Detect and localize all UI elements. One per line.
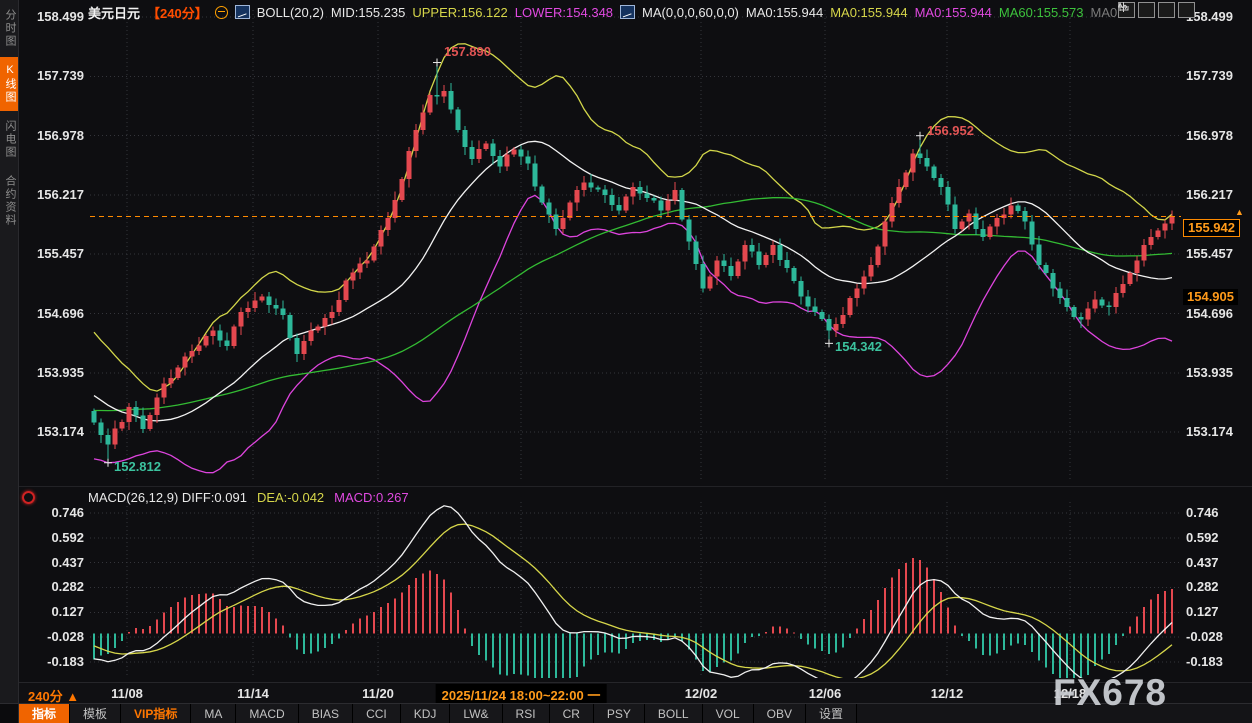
symbol-title: 美元日元 bbox=[88, 3, 140, 22]
price-axis-label-left: 153.935 bbox=[22, 365, 84, 380]
trading-chart-app: 分时图 K线图闪电图合约资料 美元日元 【240分】 BOLL(20,2) MID… bbox=[0, 0, 1252, 722]
date-tick-12/06: 12/06 bbox=[809, 686, 842, 701]
sidebar-tab-K线图[interactable]: K线图 bbox=[0, 57, 18, 111]
price-axis-label-right: 153.174 bbox=[1186, 424, 1233, 439]
date-tick-12/12: 12/12 bbox=[931, 686, 964, 701]
collapse-pane-icon[interactable] bbox=[1178, 2, 1195, 18]
macd-axis-label-right: 0.127 bbox=[1186, 604, 1219, 619]
low-annotation: 152.812 bbox=[114, 459, 161, 474]
macd-axis-label-right: 0.746 bbox=[1186, 505, 1219, 520]
date-tick-11/08: 11/08 bbox=[111, 686, 143, 701]
macd-axis-label-left: -0.183 bbox=[22, 654, 84, 669]
ma0-value-magenta: MA0:155.944 bbox=[915, 5, 992, 20]
collapse-circle-icon[interactable] bbox=[215, 6, 228, 19]
toolbar-item-PSY[interactable]: PSY bbox=[594, 704, 645, 723]
macd-axis-label-left: 0.746 bbox=[22, 505, 84, 520]
sidebar-tab-分时图[interactable]: 分时图 bbox=[0, 2, 18, 55]
price-axis-label-right: 155.457 bbox=[1186, 246, 1233, 261]
toolbar-item-LW&[interactable]: LW& bbox=[450, 704, 502, 723]
boll-indicator-icon[interactable] bbox=[235, 5, 250, 19]
price-axis-label-left: 156.217 bbox=[22, 187, 84, 202]
macd-settings-icon[interactable] bbox=[22, 491, 35, 504]
price-axis-label-right: 153.935 bbox=[1186, 365, 1233, 380]
toolbar-item-KDJ[interactable]: KDJ bbox=[401, 704, 451, 723]
boll-lower-value: LOWER:154.348 bbox=[515, 5, 613, 20]
axis-scale-left-icon[interactable] bbox=[1138, 2, 1155, 18]
toolbar-item-MACD[interactable]: MACD bbox=[236, 704, 298, 723]
sidebar-tab-合约资料[interactable]: 合约资料 bbox=[0, 168, 18, 234]
sidebar-tab-闪电图[interactable]: 闪电图 bbox=[0, 113, 18, 166]
macd-axis-label-right: -0.028 bbox=[1186, 629, 1223, 644]
date-tick-11/20: 11/20 bbox=[362, 686, 394, 701]
ma60-value: MA60:155.573 bbox=[999, 5, 1084, 20]
macd-axis-label-right: 0.592 bbox=[1186, 530, 1219, 545]
ma-label: MA(0,0,0,60,0,0) bbox=[642, 5, 739, 20]
chart-type-sidebar: 分时图 K线图闪电图合约资料 bbox=[0, 0, 19, 722]
price-axis-label-left: 155.457 bbox=[22, 246, 84, 261]
price-axis-label-right: 157.739 bbox=[1186, 68, 1233, 83]
toolbar-item-BIAS[interactable]: BIAS bbox=[299, 704, 353, 723]
high-annotation: 156.952 bbox=[927, 123, 974, 138]
secondary-price-tag: 154.905 bbox=[1183, 289, 1238, 305]
macd-axis-label-left: 0.592 bbox=[22, 530, 84, 545]
price-axis-label-right: 156.217 bbox=[1186, 187, 1233, 202]
price-axis-label-left: 158.499 bbox=[22, 9, 84, 24]
chart-tool-icons bbox=[1118, 2, 1195, 18]
indicator-header: 美元日元 【240分】 BOLL(20,2) MID:155.235 UPPER… bbox=[88, 3, 1121, 21]
high-annotation: 157.890 bbox=[444, 44, 491, 59]
toolbar-item-MA[interactable]: MA bbox=[191, 704, 236, 723]
macd-value: MACD:0.267 bbox=[334, 490, 408, 505]
macd-axis-label-left: 0.127 bbox=[22, 604, 84, 619]
price-axis-label-left: 154.696 bbox=[22, 306, 84, 321]
axis-scale-right-icon[interactable] bbox=[1158, 2, 1175, 18]
toolbar-item-BOLL[interactable]: BOLL bbox=[645, 704, 703, 723]
macd-axis-label-left: 0.282 bbox=[22, 579, 84, 594]
price-axis-label-left: 153.174 bbox=[22, 424, 84, 439]
macd-axis-label-right: 0.282 bbox=[1186, 579, 1219, 594]
fx678-watermark: FX678 bbox=[1053, 672, 1167, 714]
macd-dea-value: DEA:-0.042 bbox=[257, 490, 324, 505]
selected-candle-date: 2025/11/24 18:00~22:00 一 bbox=[436, 684, 607, 705]
pane-divider bbox=[18, 486, 1252, 487]
toolbar-item-CCI[interactable]: CCI bbox=[353, 704, 401, 723]
price-axis-label-right: 156.978 bbox=[1186, 128, 1233, 143]
toolbar-item-RSI[interactable]: RSI bbox=[503, 704, 550, 723]
macd-title: MACD(26,12,9) DIFF:0.091 bbox=[88, 490, 247, 505]
ma-indicator-icon[interactable] bbox=[620, 5, 635, 19]
toolbar-item-指标[interactable]: 指标 bbox=[19, 704, 70, 723]
macd-header: MACD(26,12,9) DIFF:0.091 DEA:-0.042 MACD… bbox=[88, 490, 409, 505]
date-tick-11/14: 11/14 bbox=[237, 686, 269, 701]
boll-upper-value: UPPER:156.122 bbox=[412, 5, 507, 20]
macd-axis-label-right: 0.437 bbox=[1186, 555, 1219, 570]
price-axis-label-right: 154.696 bbox=[1186, 306, 1233, 321]
candlestick-macd-chart bbox=[0, 0, 1252, 722]
toolbar-item-模板[interactable]: 模板 bbox=[70, 704, 121, 723]
macd-axis-label-left: -0.028 bbox=[22, 629, 84, 644]
period-label[interactable]: 【240分】 bbox=[147, 3, 208, 22]
price-axis-label-left: 157.739 bbox=[22, 68, 84, 83]
current-price-tag: 155.942 bbox=[1183, 219, 1240, 237]
price-alert-arrow-icon[interactable]: ▲ bbox=[1235, 207, 1244, 217]
crosshair-icon[interactable] bbox=[1118, 2, 1135, 18]
ma0-value-dim: MA0: bbox=[1090, 5, 1120, 20]
toolbar-item-设置[interactable]: 设置 bbox=[806, 704, 857, 723]
toolbar-item-VIP指标[interactable]: VIP指标 bbox=[121, 704, 191, 723]
ma0-value-yellow: MA0:155.944 bbox=[830, 5, 907, 20]
toolbar-item-OBV[interactable]: OBV bbox=[754, 704, 806, 723]
boll-label: BOLL(20,2) bbox=[257, 5, 324, 20]
toolbar-spacer bbox=[0, 704, 19, 723]
toolbar-item-CR[interactable]: CR bbox=[550, 704, 594, 723]
macd-axis-label-right: -0.183 bbox=[1186, 654, 1223, 669]
low-annotation: 154.342 bbox=[835, 339, 882, 354]
macd-axis-label-left: 0.437 bbox=[22, 555, 84, 570]
ma0-value-white: MA0:155.944 bbox=[746, 5, 823, 20]
boll-mid-value: MID:155.235 bbox=[331, 5, 405, 20]
price-axis-label-left: 156.978 bbox=[22, 128, 84, 143]
date-tick-12/02: 12/02 bbox=[685, 686, 718, 701]
toolbar-item-VOL[interactable]: VOL bbox=[703, 704, 754, 723]
